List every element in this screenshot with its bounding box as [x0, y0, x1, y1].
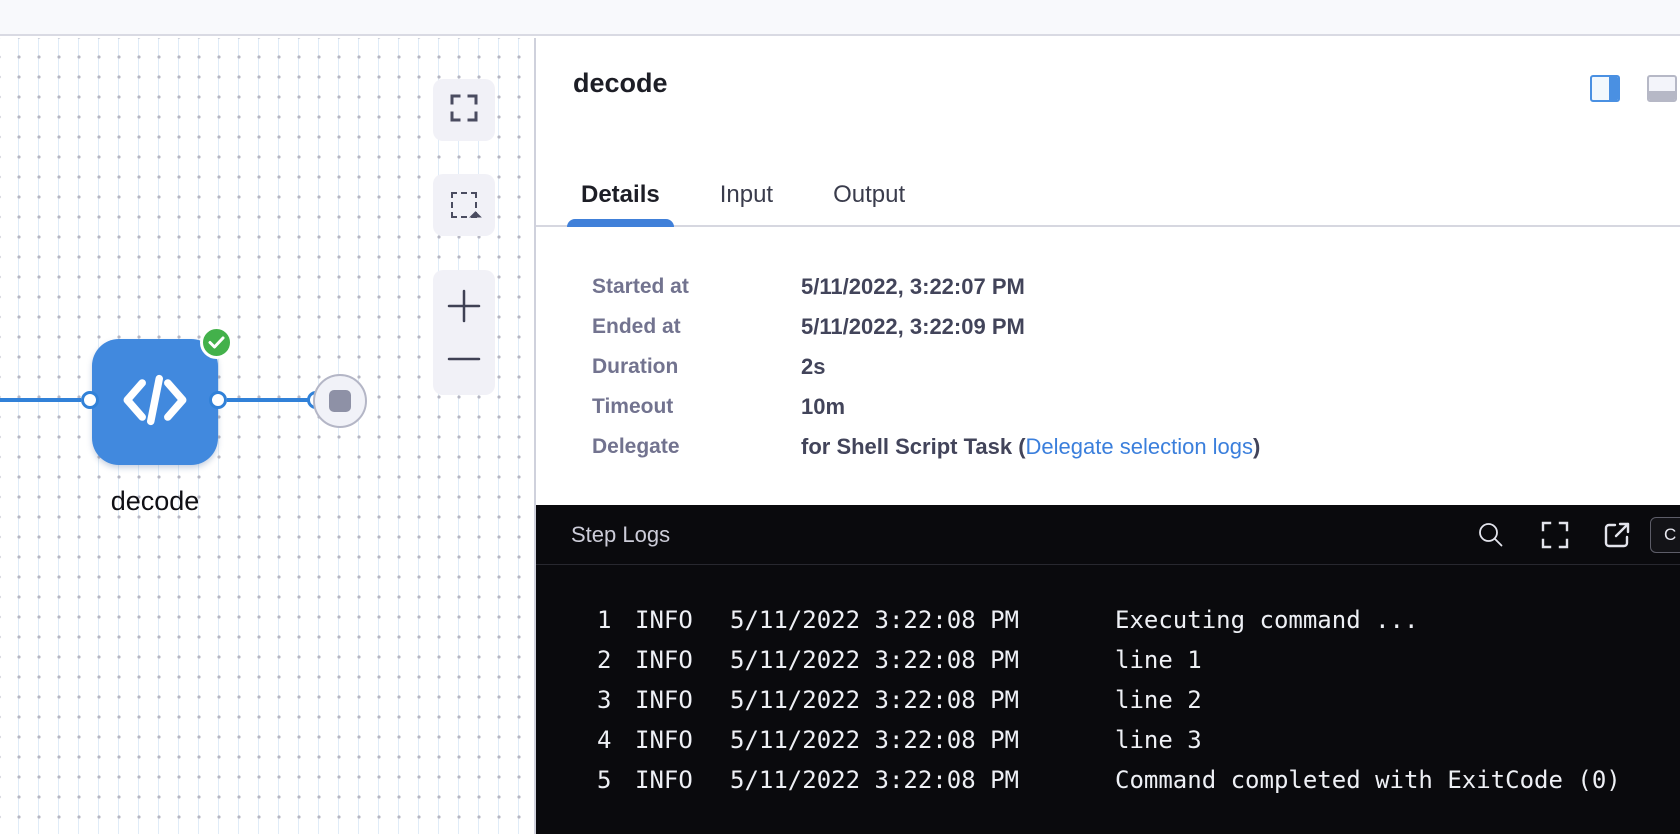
- tab-input[interactable]: Input: [706, 181, 787, 225]
- delegate-text-suffix: ): [1253, 434, 1260, 459]
- tab-output[interactable]: Output: [819, 181, 919, 225]
- details-row: Duration 2s: [592, 353, 1680, 380]
- details-row-value: 2s: [801, 353, 825, 380]
- step-details-panel: decode Details Input Output Started at 5…: [536, 38, 1680, 834]
- log-level: INFO: [635, 760, 730, 800]
- details-section: Started at 5/11/2022, 3:22:07 PM Ended a…: [536, 227, 1680, 505]
- panel-tabs: Details Input Output: [567, 181, 919, 225]
- details-row-label: Duration: [592, 353, 801, 380]
- log-line: 5 INFO 5/11/2022 3:22:08 PM Command comp…: [536, 760, 1680, 800]
- log-line-number: 3: [597, 680, 635, 720]
- open-external-icon[interactable]: [1602, 520, 1632, 550]
- zoom-out-icon[interactable]: [447, 342, 481, 376]
- panel-title: decode: [573, 68, 668, 99]
- details-row-value: 10m: [801, 393, 845, 420]
- log-timestamp: 5/11/2022 3:22:08 PM: [730, 720, 1115, 760]
- step-logs-header: Step Logs C: [536, 505, 1680, 565]
- details-row: Ended at 5/11/2022, 3:22:09 PM: [592, 313, 1680, 340]
- pipeline-canvas[interactable]: decode: [0, 38, 534, 834]
- search-icon[interactable]: [1477, 521, 1504, 548]
- step-logs-title: Step Logs: [571, 522, 670, 548]
- log-timestamp: 5/11/2022 3:22:08 PM: [730, 640, 1115, 680]
- pipeline-end-node[interactable]: [313, 374, 367, 428]
- details-row-value: for Shell Script Task (Delegate selectio…: [801, 433, 1260, 460]
- details-row: Started at 5/11/2022, 3:22:07 PM: [592, 273, 1680, 300]
- edge-outgoing: [227, 398, 316, 402]
- delegate-text-prefix: for Shell Script Task (: [801, 434, 1026, 459]
- zoom-in-icon[interactable]: [447, 289, 481, 323]
- stop-square-icon: [329, 390, 351, 412]
- main-area: decode decode: [0, 38, 1680, 834]
- details-row-delegate: Delegate for Shell Script Task (Delegate…: [592, 433, 1680, 460]
- step-logs-panel: Step Logs C: [536, 505, 1680, 834]
- node-port-right: [209, 391, 227, 409]
- log-level: INFO: [635, 640, 730, 680]
- marquee-selection-icon: [451, 192, 477, 218]
- expand-fullscreen-icon[interactable]: [1540, 520, 1570, 550]
- step-logs-body[interactable]: 1 INFO 5/11/2022 3:22:08 PM Executing co…: [536, 565, 1680, 834]
- details-row-label: Ended at: [592, 313, 801, 340]
- delegate-selection-logs-link[interactable]: Delegate selection logs: [1026, 434, 1253, 459]
- canvas-fit-view-button[interactable]: [433, 79, 495, 141]
- log-timestamp: 5/11/2022 3:22:08 PM: [730, 680, 1115, 720]
- step-logs-actions: C: [1477, 505, 1680, 564]
- log-level: INFO: [635, 680, 730, 720]
- log-timestamp: 5/11/2022 3:22:08 PM: [730, 600, 1115, 640]
- log-line: 4 INFO 5/11/2022 3:22:08 PM line 3: [536, 720, 1680, 760]
- node-port-left: [81, 391, 99, 409]
- details-row-value: 5/11/2022, 3:22:07 PM: [801, 273, 1025, 300]
- tab-details[interactable]: Details: [567, 181, 674, 225]
- top-header-bar: [0, 0, 1680, 36]
- log-line-number: 1: [597, 600, 635, 640]
- details-rows: Started at 5/11/2022, 3:22:07 PM Ended a…: [592, 273, 1680, 420]
- log-lines: 1 INFO 5/11/2022 3:22:08 PM Executing co…: [536, 600, 1680, 800]
- log-message: line 2: [1115, 680, 1680, 720]
- log-line-number: 2: [597, 640, 635, 680]
- log-line-number: 5: [597, 760, 635, 800]
- details-row-label: Delegate: [592, 433, 801, 460]
- panel-header: decode Details Input Output: [536, 38, 1680, 227]
- log-message: Command completed with ExitCode (0): [1115, 760, 1680, 800]
- step-node-decode[interactable]: [92, 339, 218, 465]
- log-line: 2 INFO 5/11/2022 3:22:08 PM line 1: [536, 640, 1680, 680]
- right-panel-layout-icon[interactable]: [1590, 75, 1620, 102]
- log-message: Executing command ...: [1115, 600, 1680, 640]
- log-line: 3 INFO 5/11/2022 3:22:08 PM line 2: [536, 680, 1680, 720]
- log-message: line 3: [1115, 720, 1680, 760]
- success-check-icon: [200, 326, 233, 359]
- code-icon: [123, 374, 187, 431]
- canvas-select-area-button[interactable]: [433, 174, 495, 236]
- log-message: line 1: [1115, 640, 1680, 680]
- details-row-label: Started at: [592, 273, 801, 300]
- log-line-number: 4: [597, 720, 635, 760]
- canvas-zoom-controls: [433, 270, 495, 395]
- bottom-panel-layout-icon[interactable]: [1647, 75, 1677, 102]
- fullscreen-corners-icon: [449, 93, 479, 128]
- details-row-value: 5/11/2022, 3:22:09 PM: [801, 313, 1025, 340]
- details-row: Timeout 10m: [592, 393, 1680, 420]
- edge-incoming: [0, 398, 81, 402]
- layout-toggle-group: [1590, 75, 1677, 102]
- log-level: INFO: [635, 600, 730, 640]
- log-line: 1 INFO 5/11/2022 3:22:08 PM Executing co…: [536, 600, 1680, 640]
- console-view-button[interactable]: C: [1650, 517, 1680, 553]
- log-level: INFO: [635, 720, 730, 760]
- log-timestamp: 5/11/2022 3:22:08 PM: [730, 760, 1115, 800]
- details-row-label: Timeout: [592, 393, 801, 420]
- node-label: decode: [62, 486, 248, 517]
